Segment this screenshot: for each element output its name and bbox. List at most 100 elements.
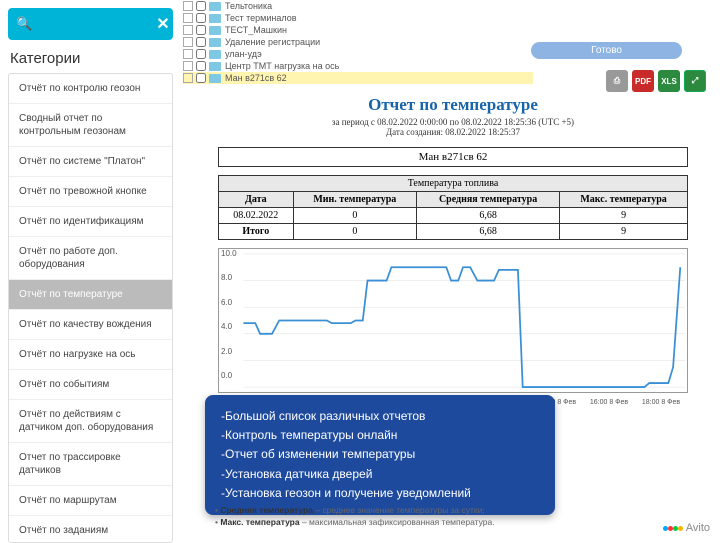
tree-label: ТЕСТ_Машкин — [225, 25, 287, 35]
promo-line: -Большой список различных отчетов — [221, 407, 539, 426]
folder-icon — [209, 62, 221, 71]
tree-checkbox[interactable] — [196, 1, 206, 11]
category-item[interactable]: Отчёт по нагрузке на ось — [9, 340, 172, 370]
folder-icon — [209, 2, 221, 11]
table-header: Макс. температура — [560, 192, 688, 208]
folder-icon — [209, 26, 221, 35]
promo-line: -Установка датчика дверей — [221, 465, 539, 484]
y-tick: 4.0 — [221, 322, 237, 331]
export-xlsx-icon[interactable]: ⤢ — [684, 70, 706, 92]
category-item[interactable]: Отчёт по работе доп. оборудования — [9, 237, 172, 280]
tree-checkbox[interactable] — [196, 73, 206, 83]
table-cell: 08.02.2022 — [219, 208, 294, 224]
promo-line: -Отчет об изменении температуры — [221, 445, 539, 464]
category-item[interactable]: Отчет по трассировке датчиков — [9, 443, 172, 486]
promo-line: -Контроль температуры онлайн — [221, 426, 539, 445]
y-tick: 2.0 — [221, 347, 237, 356]
report-panel: Отчет по температуре за период с 08.02.2… — [200, 95, 706, 393]
table-cell: 6,68 — [417, 208, 560, 224]
object-tree: Тельтоника Тест терминалов ТЕСТ_Машкин Удал… — [183, 0, 533, 84]
x-tick: 18:00 8 Фев — [642, 399, 680, 406]
table-header: Средняя температура — [417, 192, 560, 208]
tree-label: улан-удэ — [225, 49, 262, 59]
tree-label: Центр ТМТ нагрузка на ось — [225, 61, 339, 71]
expand-icon[interactable] — [183, 73, 193, 83]
tree-checkbox[interactable] — [196, 37, 206, 47]
temperature-chart: 10.08.06.04.02.00.0 02:00 8 Фев04:00 8 Ф… — [218, 248, 688, 393]
category-item[interactable]: Отчёт по маршрутам — [9, 486, 172, 516]
tree-item[interactable]: Тельтоника — [183, 0, 533, 12]
tree-label: Тельтоника — [225, 1, 272, 11]
category-item[interactable]: Отчёт по заданиям — [9, 516, 172, 543]
tree-checkbox[interactable] — [196, 49, 206, 59]
report-created: Дата создания: 08.02.2022 18:25:37 — [200, 127, 706, 137]
y-tick: 10.0 — [221, 249, 237, 258]
tree-item[interactable]: ТЕСТ_Машкин — [183, 24, 533, 36]
folder-icon — [209, 50, 221, 59]
sidebar: 🔍 ✕ Категории Отчёт по контролю геозонСв… — [8, 8, 173, 543]
export-toolbar: ⎙ PDF XLS ⤢ — [606, 70, 706, 92]
export-xls-icon[interactable]: XLS — [658, 70, 680, 92]
table-cell: 9 — [560, 224, 688, 240]
ready-button[interactable]: Готово — [531, 42, 682, 59]
y-tick: 6.0 — [221, 298, 237, 307]
tree-checkbox[interactable] — [196, 13, 206, 23]
search-icon: 🔍 — [16, 16, 32, 32]
tree-item[interactable]: Удаление регистрации — [183, 36, 533, 48]
table-section-header: Температура топлива — [219, 176, 688, 192]
table-header: Дата — [219, 192, 294, 208]
table-cell: 0 — [293, 224, 416, 240]
folder-icon — [209, 74, 221, 83]
tree-item[interactable]: Центр ТМТ нагрузка на ось — [183, 60, 533, 72]
table-cell: 9 — [560, 208, 688, 224]
tree-checkbox[interactable] — [196, 61, 206, 71]
expand-icon[interactable] — [183, 13, 193, 23]
export-pdf-icon[interactable]: PDF — [632, 70, 654, 92]
category-item[interactable]: Отчёт по температуре — [9, 280, 172, 310]
avito-label: Avito — [686, 522, 710, 534]
vehicle-name: Ман в271св 62 — [218, 147, 688, 167]
categories-list: Отчёт по контролю геозонСводный отчет по… — [8, 73, 173, 543]
table-header: Мин. температура — [293, 192, 416, 208]
tree-label: Тест терминалов — [225, 13, 296, 23]
promo-line: -Установка геозон и получение уведомлени… — [221, 484, 539, 503]
category-item[interactable]: Отчёт по системе "Платон" — [9, 147, 172, 177]
folder-icon — [209, 14, 221, 23]
y-tick: 8.0 — [221, 273, 237, 282]
search-input[interactable] — [36, 17, 156, 32]
expand-icon[interactable] — [183, 61, 193, 71]
promo-overlay: -Большой список различных отчетов-Контро… — [205, 395, 555, 515]
temperature-table: Температура топлива ДатаМин. температура… — [218, 175, 688, 240]
table-cell: Итого — [219, 224, 294, 240]
tree-label: Удаление регистрации — [225, 37, 320, 47]
category-item[interactable]: Отчёт по качеству вождения — [9, 310, 172, 340]
expand-icon[interactable] — [183, 37, 193, 47]
category-item[interactable]: Отчёт по событиям — [9, 370, 172, 400]
expand-icon[interactable] — [183, 1, 193, 11]
report-title: Отчет по температуре — [200, 95, 706, 115]
category-item[interactable]: Отчёт по тревожной кнопке — [9, 177, 172, 207]
avito-watermark: Avito — [663, 522, 710, 534]
search-bar: 🔍 ✕ — [8, 8, 173, 40]
table-row: 08.02.202206,689 — [219, 208, 688, 224]
table-row: Итого06,689 — [219, 224, 688, 240]
tree-item[interactable]: улан-удэ — [183, 48, 533, 60]
tree-item[interactable]: Тест терминалов — [183, 12, 533, 24]
category-item[interactable]: Сводный отчет по контрольным геозонам — [9, 104, 172, 147]
table-cell: 6,68 — [417, 224, 560, 240]
folder-icon — [209, 38, 221, 47]
category-item[interactable]: Отчёт по действиям с датчиком доп. обору… — [9, 400, 172, 443]
category-item[interactable]: Отчёт по идентификациям — [9, 207, 172, 237]
tree-item[interactable]: Ман в271св 62 — [183, 72, 533, 84]
print-icon[interactable]: ⎙ — [606, 70, 628, 92]
footer-legend: • Средняя температура – среднее значение… — [215, 505, 495, 529]
category-item[interactable]: Отчёт по контролю геозон — [9, 74, 172, 104]
expand-icon[interactable] — [183, 49, 193, 59]
expand-icon[interactable] — [183, 25, 193, 35]
clear-search-icon[interactable]: ✕ — [156, 14, 169, 34]
tree-checkbox[interactable] — [196, 25, 206, 35]
report-period: за период с 08.02.2022 0:00:00 по 08.02.… — [200, 117, 706, 127]
tree-label: Ман в271св 62 — [225, 73, 287, 83]
table-cell: 0 — [293, 208, 416, 224]
y-tick: 0.0 — [221, 371, 237, 380]
